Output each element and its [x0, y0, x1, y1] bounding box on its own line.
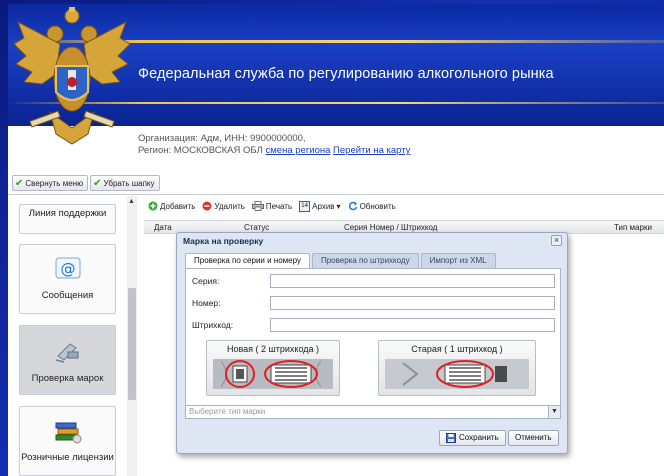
add-button[interactable]: Добавить	[148, 201, 195, 211]
chevron-down-icon: ▾	[336, 201, 341, 211]
tab-series-number[interactable]: Проверка по серии и номеру	[185, 253, 310, 268]
cancel-button[interactable]: Отменить	[508, 430, 559, 446]
at-sign-icon: @	[55, 257, 80, 279]
eagle-emblem-icon	[13, 7, 131, 145]
mark-type-placeholder: Выберите тип марки	[189, 407, 266, 416]
org-line: Организация: Адм, ИНН: 9900000000,	[138, 133, 306, 144]
menu-item-check-marks[interactable]: Проверка марок	[19, 325, 116, 395]
new-mark-label: Новая ( 2 штрихкода )	[226, 344, 320, 354]
column-date[interactable]: Дата	[154, 223, 172, 232]
series-input[interactable]	[270, 274, 555, 288]
collapse-menu-button[interactable]: ✔ Свернуть меню	[12, 175, 89, 191]
calendar-icon: 14	[299, 200, 311, 212]
dialog-title: Марка на проверку	[183, 236, 264, 246]
floppy-disk-icon	[446, 433, 456, 443]
tab-import-xml[interactable]: Импорт из XML	[420, 253, 496, 268]
go-to-map-link[interactable]: Перейти на карту	[333, 145, 410, 156]
menu-item-retail-licenses[interactable]: Розничные лицензии	[19, 406, 116, 476]
check-icon: ✔	[15, 177, 24, 189]
number-label: Номер:	[192, 298, 221, 308]
delete-label: Удалить	[214, 201, 245, 211]
refresh-button[interactable]: Обновить	[348, 201, 396, 211]
change-region-link[interactable]: смена региона	[266, 145, 331, 156]
save-label: Сохранить	[459, 433, 499, 442]
left-menu: Линия поддержки @ Сообщения Проверка мар…	[8, 196, 144, 476]
app-window: Федеральная служба по регулированию алко…	[8, 4, 664, 476]
grid-toolbar: Добавить Удалить Печать 14 Архив ▾ Обнов…	[144, 196, 664, 216]
scroll-up-icon[interactable]: ▲	[128, 198, 135, 205]
number-input[interactable]	[270, 296, 555, 310]
menu-item-messages[interactable]: @ Сообщения	[19, 244, 116, 314]
organization-info: Организация: Адм, ИНН: 9900000000, Регио…	[138, 133, 410, 157]
refresh-icon	[348, 201, 357, 211]
old-mark-option[interactable]: Старая ( 1 штрихкод )	[378, 340, 536, 396]
hide-header-button[interactable]: ✔ Убрать шапку	[90, 175, 160, 191]
cancel-label: Отменить	[515, 433, 552, 442]
menu-item-label: Розничные лицензии	[21, 452, 114, 463]
delete-icon	[202, 201, 212, 211]
books-icon	[55, 422, 81, 444]
region-text: Регион: МОСКОВСКАЯ ОБЛ	[138, 145, 263, 156]
delete-button[interactable]: Удалить	[202, 201, 245, 211]
hide-header-label: Убрать шапку	[103, 178, 155, 188]
header-title: Федеральная служба по регулированию алко…	[138, 66, 554, 82]
collapse-menu-label: Свернуть меню	[25, 178, 84, 188]
new-mark-stamp-icon	[213, 359, 333, 389]
barcode-label: Штрихкод:	[192, 320, 234, 330]
svg-text:@: @	[60, 260, 75, 278]
series-label: Серия:	[192, 276, 220, 286]
tab-barcode[interactable]: Проверка по штрихкоду	[311, 253, 419, 268]
archive-label: Архив	[312, 201, 335, 211]
add-label: Добавить	[160, 201, 196, 211]
save-button[interactable]: Сохранить	[439, 430, 506, 446]
divider	[8, 194, 664, 195]
add-icon	[148, 201, 158, 211]
old-mark-stamp-icon	[385, 359, 529, 389]
column-type[interactable]: Тип марки	[614, 223, 652, 232]
menu-scrollbar[interactable]: ▲	[127, 196, 137, 476]
close-icon[interactable]: ×	[551, 235, 562, 246]
tab-panel: Серия: Номер: Штрихкод: Новая ( 2 штрихк…	[185, 268, 561, 418]
printer-icon	[251, 201, 264, 211]
menu-item-support[interactable]: Линия поддержки	[19, 204, 116, 234]
refresh-label: Обновить	[359, 201, 396, 211]
check-mark-dialog: Марка на проверку × Проверка по серии и …	[176, 232, 568, 454]
new-mark-option[interactable]: Новая ( 2 штрихкода )	[206, 340, 340, 396]
scroll-thumb[interactable]	[128, 288, 136, 400]
check-icon: ✔	[93, 177, 102, 189]
menu-item-label: Проверка марок	[31, 373, 104, 384]
barcode-input[interactable]	[270, 318, 555, 332]
scanner-icon	[55, 343, 78, 363]
chevron-down-icon[interactable]: ▼	[548, 406, 560, 418]
column-status[interactable]: Статус	[244, 223, 269, 232]
old-mark-label: Старая ( 1 штрихкод )	[411, 344, 503, 354]
menu-item-label: Сообщения	[41, 290, 94, 301]
print-label: Печать	[265, 201, 293, 211]
print-button[interactable]: Печать	[251, 201, 293, 211]
mark-type-select[interactable]: Выберите тип марки ▼	[185, 405, 561, 419]
column-series[interactable]: Серия Номер / Штрихкод	[344, 223, 437, 232]
top-toolbar: ✔ Свернуть меню ✔ Убрать шапку	[12, 175, 160, 191]
dialog-tabs: Проверка по серии и номеру Проверка по ш…	[185, 253, 496, 268]
archive-button[interactable]: 14 Архив ▾	[299, 200, 341, 212]
menu-item-label: Линия поддержки	[28, 208, 107, 219]
